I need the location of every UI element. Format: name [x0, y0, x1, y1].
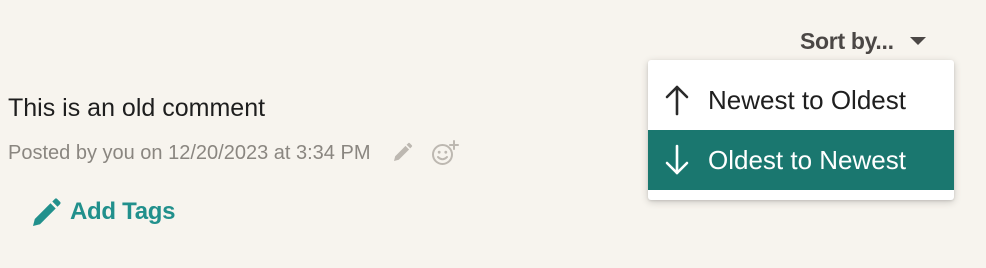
sort-label: Sort by...: [800, 27, 894, 54]
comment-meta: Posted by you on 12/20/2023 at 3:34 PM: [8, 139, 460, 167]
comment-posted-info: Posted by you on 12/20/2023 at 3:34 PM: [8, 141, 371, 164]
sort-menu: Newest to Oldest Oldest to Newest: [648, 60, 954, 200]
add-reaction-icon[interactable]: [430, 139, 460, 167]
add-tags-label: Add Tags: [70, 198, 176, 225]
add-tags-button[interactable]: Add Tags: [30, 194, 175, 230]
sort-option-newest-to-oldest[interactable]: Newest to Oldest: [648, 70, 954, 130]
sort-option-label: Newest to Oldest: [708, 84, 906, 115]
pencil-icon: [33, 198, 61, 226]
sort-option-oldest-to-newest[interactable]: Oldest to Newest: [648, 130, 954, 190]
caret-down-icon: [909, 37, 926, 45]
arrow-up-icon: [665, 85, 689, 116]
arrow-down-icon: [665, 144, 689, 175]
pencil-icon[interactable]: [390, 141, 414, 165]
sort-dropdown-toggle[interactable]: Sort by...: [800, 24, 926, 58]
sort-option-label: Oldest to Newest: [708, 144, 906, 175]
comment-text: This is an old comment: [8, 94, 266, 122]
